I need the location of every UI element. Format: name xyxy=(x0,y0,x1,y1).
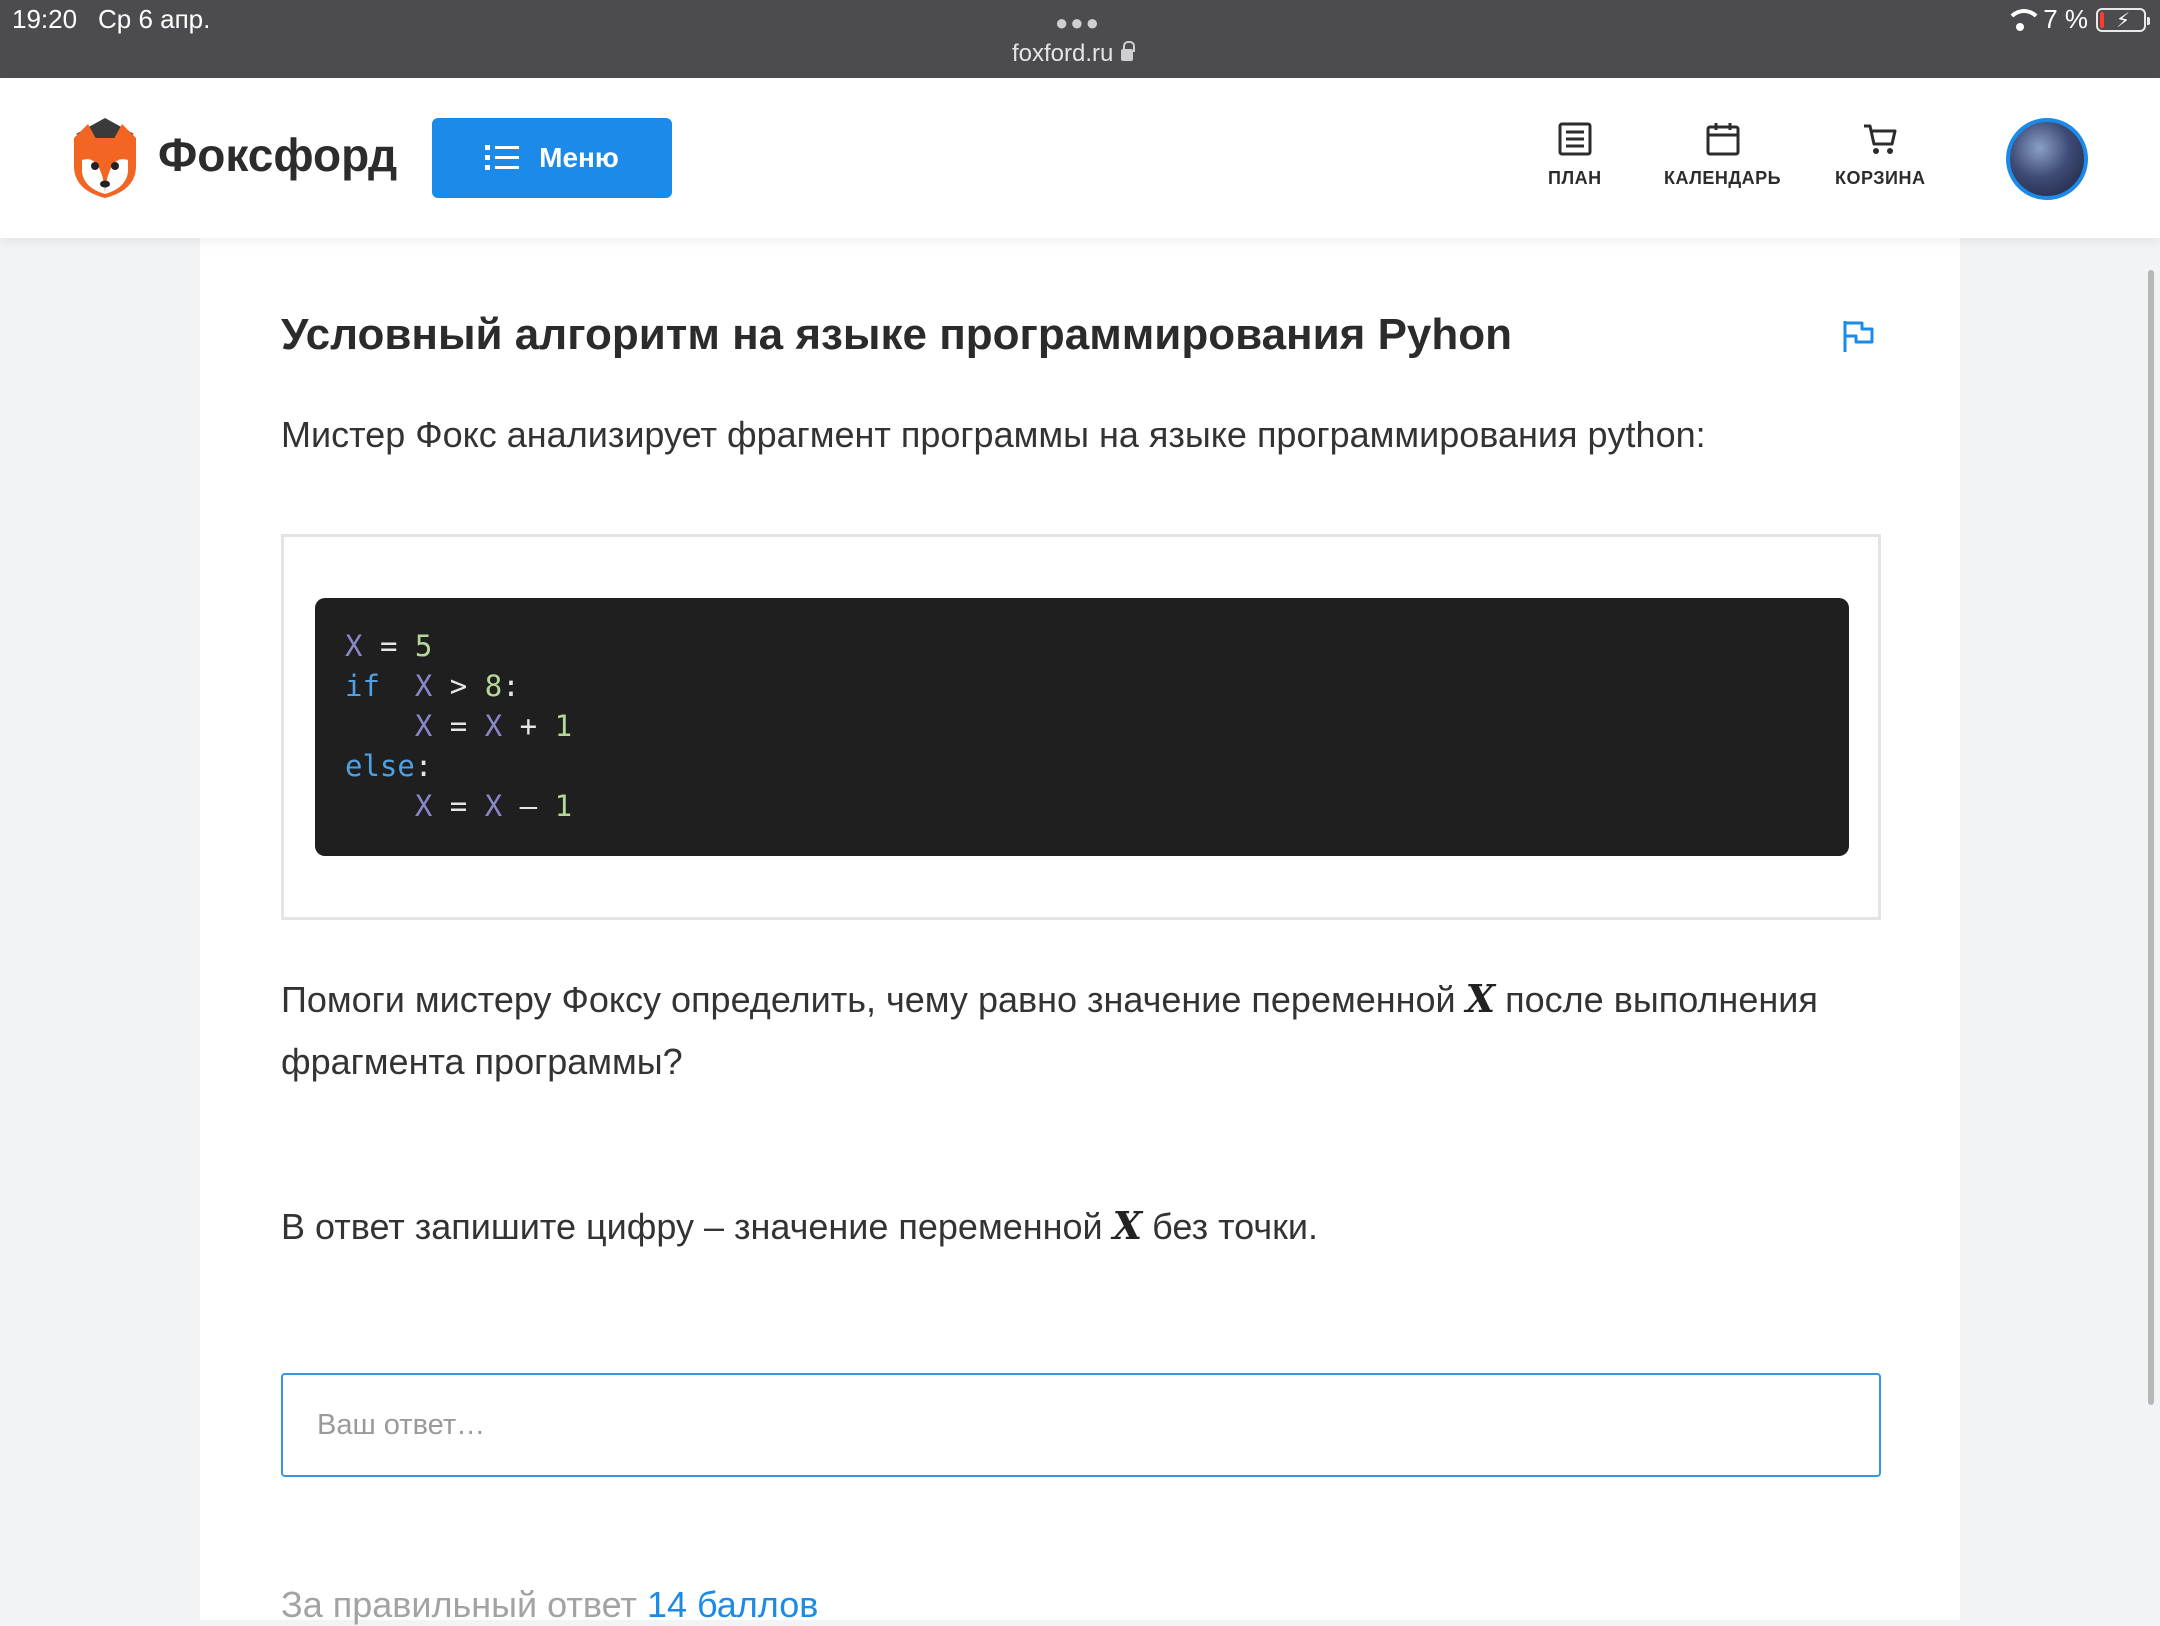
report-flag-icon[interactable] xyxy=(1840,318,1876,354)
answer-input[interactable] xyxy=(281,1373,1881,1477)
nav-cart-label: КОРЗИНА xyxy=(1835,168,1926,188)
site-header: Фоксфорд Меню ПЛАН КАЛЕНДАРЬ КОРЗИНА xyxy=(0,78,2160,238)
battery-percent: 7 % xyxy=(2043,4,2088,34)
answer-hint: В ответ запишите цифру – значение переме… xyxy=(281,1203,1319,1248)
code-block: X = 5 if X > 8: X = X + 1 else: X = X – … xyxy=(315,598,1849,856)
points-value: 14 баллов xyxy=(646,1584,819,1625)
variable-x: X xyxy=(1112,1203,1143,1248)
nav-calendar-label: КАЛЕНДАРЬ xyxy=(1664,168,1782,188)
task-title: Условный алгоритм на языке программирова… xyxy=(281,310,1513,359)
nav-plan[interactable]: ПЛАН xyxy=(1548,122,1602,189)
list-icon xyxy=(1558,122,1592,156)
fox-logo-icon[interactable] xyxy=(70,116,140,200)
cart-icon xyxy=(1864,124,1897,154)
brand-name[interactable]: Фоксфорд xyxy=(158,128,397,182)
menu-button[interactable]: Меню xyxy=(432,118,672,198)
wifi-icon xyxy=(2005,8,2044,31)
list-menu-icon xyxy=(485,145,520,170)
page-scrollbar[interactable] xyxy=(2148,270,2154,1405)
variable-x: X xyxy=(1465,976,1496,1021)
code-frame: X = 5 if X > 8: X = X + 1 else: X = X – … xyxy=(281,534,1881,920)
status-time: 19:20 xyxy=(12,4,78,34)
avatar[interactable] xyxy=(2006,118,2088,200)
nav-cart[interactable]: КОРЗИНА xyxy=(1835,122,1925,189)
status-date: Ср 6 апр. xyxy=(98,4,211,34)
menu-label: Меню xyxy=(539,142,619,173)
nav-plan-label: ПЛАН xyxy=(1548,168,1602,188)
task-card: Условный алгоритм на языке программирова… xyxy=(200,238,1960,1625)
task-lead: Мистер Фокс анализирует фрагмент програм… xyxy=(281,414,1706,455)
nav-calendar[interactable]: КАЛЕНДАРЬ xyxy=(1664,122,1781,189)
status-right: 7 % ⚡ xyxy=(2005,4,2150,35)
task-question: Помоги мистеру Фоксу определить, чему ра… xyxy=(281,976,1818,1082)
calendar-icon xyxy=(1706,123,1740,156)
more-dots-icon[interactable]: ●●● xyxy=(1055,10,1101,36)
browser-status-bar: 19:20 Ср 6 апр. ●●● foxford.ru 7 % ⚡ xyxy=(0,0,2160,78)
lock-icon xyxy=(1121,41,1136,61)
battery-icon: ⚡ xyxy=(2096,7,2150,32)
address-bar[interactable]: foxford.ru xyxy=(1012,40,1136,68)
url-text: foxford.ru xyxy=(1012,40,1114,67)
